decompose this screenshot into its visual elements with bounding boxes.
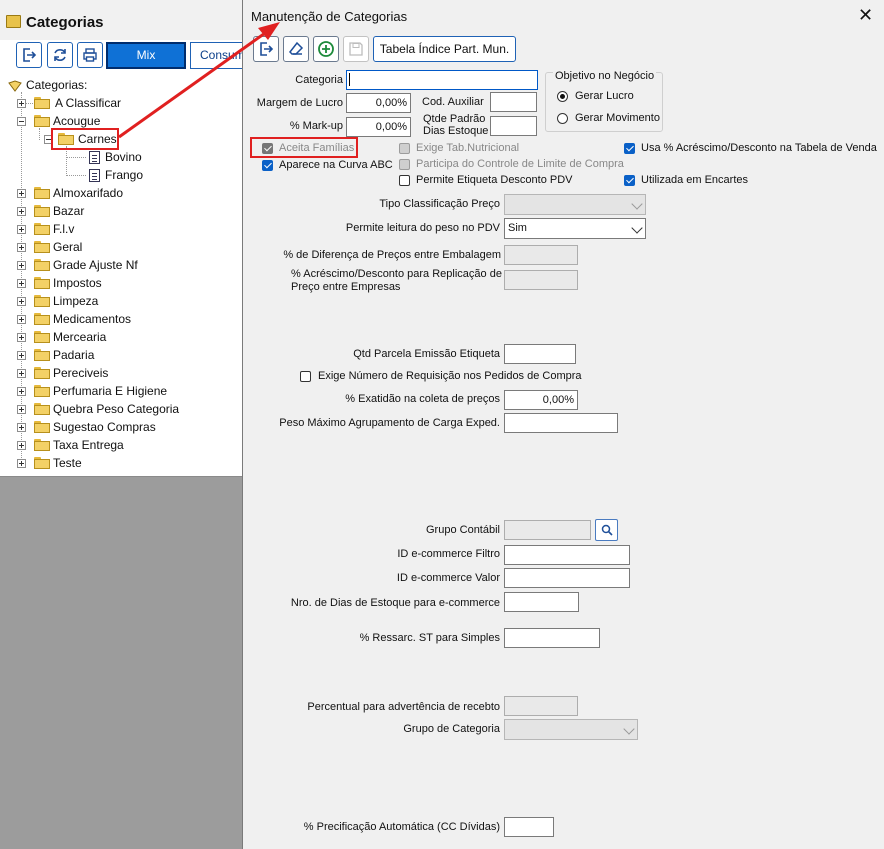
annotation-arrow xyxy=(118,22,280,139)
